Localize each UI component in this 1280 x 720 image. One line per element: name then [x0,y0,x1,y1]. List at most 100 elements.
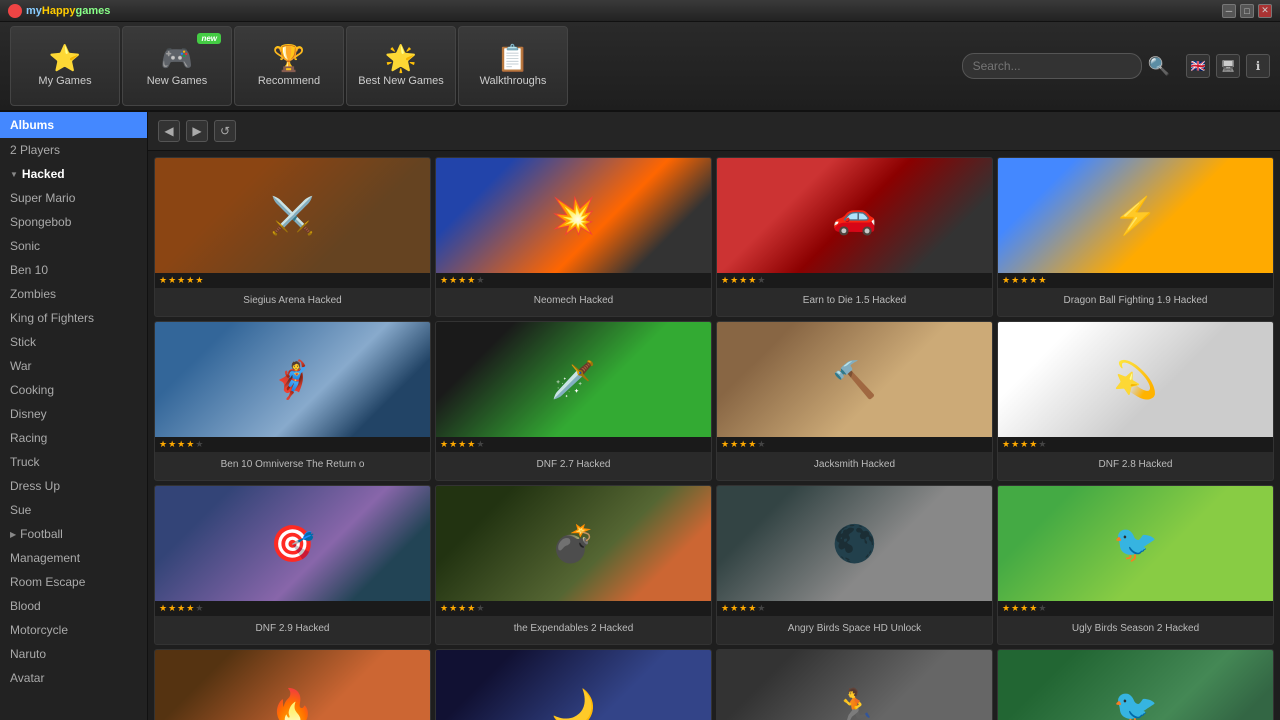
sidebar-item-supermario[interactable]: Super Mario [0,186,147,210]
refresh-button[interactable]: ↺ [214,120,236,142]
tab-best-new[interactable]: 🌟 Best New Games [346,26,456,106]
sidebar-item-motorcycle[interactable]: Motorcycle [0,618,147,642]
search-input[interactable] [962,53,1142,79]
tab-recommend-label: Recommend [258,75,320,87]
star-3: ★ [739,439,747,450]
game-card[interactable]: 🦸 ★ ★ ★ ★ ★ Ben 10 Omniverse The Return … [154,321,431,481]
sidebar-item-roomescape[interactable]: Room Escape [0,570,147,594]
tab-my-games[interactable]: ⭐ My Games [10,26,120,106]
sidebar-label-kingoffighters: King of Fighters [10,311,94,325]
game-card[interactable]: 🗡️ ★ ★ ★ ★ ★ DNF 2.7 Hacked [435,321,712,481]
game-title: Ben 10 Omniverse The Return o [155,452,430,480]
new-games-icon: 🎮 [161,45,193,71]
best-new-icon: 🌟 [385,45,417,71]
sidebar-label-sonic: Sonic [10,239,40,253]
game-thumbnail: 🎯 [155,486,430,601]
star-4: ★ [1029,275,1037,286]
game-card[interactable]: 💣 ★ ★ ★ ★ ★ the Expendables 2 Hacked [435,485,712,645]
tab-recommend[interactable]: 🏆 Recommend [234,26,344,106]
sidebar-item-kingoffighters[interactable]: King of Fighters [0,306,147,330]
game-card[interactable]: 🌙 ★ ★ ★ ★ ★ [435,649,712,720]
minimize-button[interactable]: ─ [1222,4,1236,18]
star-4: ★ [748,275,756,286]
game-stars: ★ ★ ★ ★ ★ [436,273,711,288]
star-5: ★ [1038,603,1046,614]
sidebar-item-stick[interactable]: Stick [0,330,147,354]
star-5: ★ [476,603,484,614]
logo-icon [8,4,22,18]
main-content: Albums 2 Players Hacked Super Mario Spon… [0,112,1280,720]
search-button[interactable]: 🔍 [1148,56,1170,77]
tab-new-games[interactable]: new 🎮 New Games [122,26,232,106]
star-1: ★ [159,439,167,450]
sidebar-item-racing[interactable]: Racing [0,426,147,450]
sidebar-item-zombies[interactable]: Zombies [0,282,147,306]
game-card[interactable]: ⚡ ★ ★ ★ ★ ★ Dragon Ball Fighting 1.9 Hac… [997,157,1274,317]
star-1: ★ [1002,275,1010,286]
sidebar-item-sue[interactable]: Sue [0,498,147,522]
game-card[interactable]: 🌑 ★ ★ ★ ★ ★ Angry Birds Space HD Unlock [716,485,993,645]
sidebar-item-sonic[interactable]: Sonic [0,234,147,258]
forward-button[interactable]: ▶ [186,120,208,142]
tab-walkthroughs[interactable]: 📋 Walkthroughs [458,26,568,106]
star-3: ★ [458,603,466,614]
game-card[interactable]: 🐦 ★ ★ ★ ★ ★ Ugly Birds Season 2 Hacked [997,485,1274,645]
thumb-image: ⚡ [998,158,1273,273]
star-3: ★ [1020,603,1028,614]
sidebar-item-avatar[interactable]: Avatar [0,666,147,690]
recommend-icon: 🏆 [273,45,305,71]
star-2: ★ [449,603,457,614]
star-2: ★ [1011,275,1019,286]
thumb-image: 🏃 [717,650,992,720]
game-card[interactable]: 🔨 ★ ★ ★ ★ ★ Jacksmith Hacked [716,321,993,481]
sidebar-label-war: War [10,359,32,373]
game-stars: ★ ★ ★ ★ ★ [155,273,430,288]
sidebar-item-cooking[interactable]: Cooking [0,378,147,402]
game-stars: ★ ★ ★ ★ ★ [717,601,992,616]
star-3: ★ [1020,439,1028,450]
sidebar-item-hacked[interactable]: Hacked [0,162,147,186]
sidebar-item-dressup[interactable]: Dress Up [0,474,147,498]
game-stars: ★ ★ ★ ★ ★ [998,437,1273,452]
display-button[interactable]: 🖥 [1216,54,1240,78]
game-card[interactable]: 🎯 ★ ★ ★ ★ ★ DNF 2.9 Hacked [154,485,431,645]
sidebar-header[interactable]: Albums [0,112,147,138]
sidebar-item-disney[interactable]: Disney [0,402,147,426]
star-4: ★ [1029,603,1037,614]
game-stars: ★ ★ ★ ★ ★ [998,601,1273,616]
sidebar-item-war[interactable]: War [0,354,147,378]
sidebar-item-blood[interactable]: Blood [0,594,147,618]
thumb-image: 🗡️ [436,322,711,437]
thumb-image: 🌙 [436,650,711,720]
sidebar-item-truck[interactable]: Truck [0,450,147,474]
game-card[interactable]: 🏃 ★ ★ ★ ★ ★ [716,649,993,720]
language-button[interactable]: 🇬🇧 [1186,54,1210,78]
close-button[interactable]: ✕ [1258,4,1272,18]
sidebar-item-football[interactable]: Football [0,522,147,546]
game-stars: ★ ★ ★ ★ ★ [436,601,711,616]
maximize-button[interactable]: □ [1240,4,1254,18]
sidebar-item-naruto[interactable]: Naruto [0,642,147,666]
game-thumbnail: 🏃 [717,650,992,720]
sidebar-item-2players[interactable]: 2 Players [0,138,147,162]
game-card[interactable]: 🐦 ★ ★ ★ ★ ★ [997,649,1274,720]
title-happy: Happy [42,5,76,17]
game-card[interactable]: 🚗 ★ ★ ★ ★ ★ Earn to Die 1.5 Hacked [716,157,993,317]
nav-icons: 🇬🇧 🖥 ℹ [1186,54,1270,78]
sidebar-item-management[interactable]: Management [0,546,147,570]
star-4: ★ [467,275,475,286]
sidebar-item-spongebob[interactable]: Spongebob [0,210,147,234]
back-button[interactable]: ◀ [158,120,180,142]
info-button[interactable]: ℹ [1246,54,1270,78]
game-card[interactable]: 💫 ★ ★ ★ ★ ★ DNF 2.8 Hacked [997,321,1274,481]
game-card[interactable]: 🔥 ★ ★ ★ ★ ★ [154,649,431,720]
game-stars: ★ ★ ★ ★ ★ [998,273,1273,288]
game-area: ◀ ▶ ↺ ⚔️ ★ ★ ★ ★ ★ Siegius Arena Hacked [148,112,1280,720]
star-2: ★ [730,603,738,614]
star-3: ★ [177,275,185,286]
game-card[interactable]: 💥 ★ ★ ★ ★ ★ Neomech Hacked [435,157,712,317]
star-4: ★ [467,439,475,450]
game-card[interactable]: ⚔️ ★ ★ ★ ★ ★ Siegius Arena Hacked [154,157,431,317]
star-4: ★ [1029,439,1037,450]
sidebar-item-ben10[interactable]: Ben 10 [0,258,147,282]
